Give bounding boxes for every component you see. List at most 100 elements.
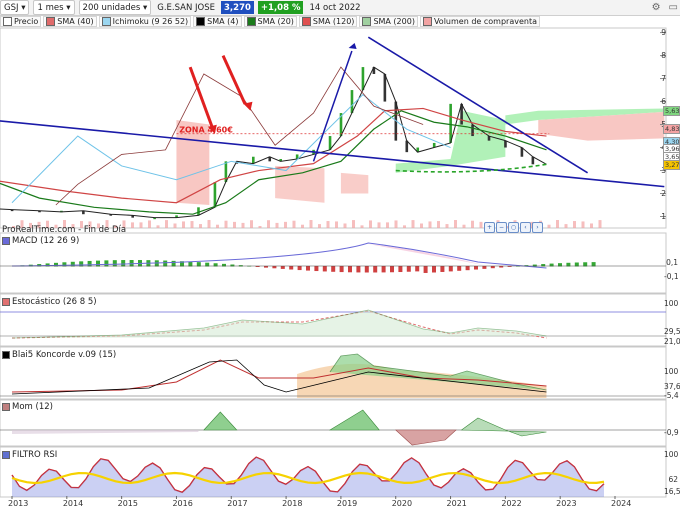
volume-bar — [216, 224, 219, 228]
y-tick-label: 6 — [661, 96, 666, 106]
macd-bar — [322, 266, 327, 272]
x-tick-label: 2014 — [62, 499, 84, 508]
macd-bar — [314, 266, 319, 272]
ichimoku-cloud-red — [275, 165, 325, 203]
macd-bar — [331, 266, 336, 272]
rsi-label: FILTRO RSI — [12, 450, 58, 460]
macd-bar — [448, 266, 453, 272]
volume-bar — [445, 224, 449, 228]
volume-bar — [241, 222, 245, 228]
macd-bar — [457, 266, 462, 271]
volume-bar — [454, 220, 457, 228]
pane-tick-label: -0,9 — [664, 428, 679, 437]
pane-tick-label: 29,5 — [664, 327, 680, 336]
pane-tick-label: 100 — [664, 299, 679, 308]
macd-bar — [171, 260, 176, 267]
pane-tick-label: 0,1 — [666, 258, 678, 267]
volume-bar — [581, 221, 585, 228]
x-tick-label: 2019 — [336, 499, 358, 508]
volume-bar — [326, 221, 330, 228]
zona-annotation: ZONA 4,60€ — [179, 126, 233, 135]
price-candle — [213, 182, 217, 208]
macd-bar — [306, 266, 310, 271]
macd-label: MACD (12 26 9) — [12, 236, 80, 246]
macd-bar — [432, 266, 436, 273]
macd-pane-label[interactable]: MACD (12 26 9) — [2, 236, 79, 246]
volume-bar — [156, 225, 160, 228]
price-candle — [449, 103, 452, 143]
volume-bar — [309, 220, 313, 228]
macd-bar — [373, 266, 378, 273]
price-candle — [361, 67, 365, 91]
zoom-out-icon[interactable]: − — [496, 222, 507, 233]
macd-bar — [381, 266, 386, 273]
mom-label: Mom (12) — [12, 402, 53, 412]
mom-pane-label[interactable]: Mom (12) — [2, 402, 53, 412]
value-tag: 5,63 — [663, 106, 680, 117]
pane-tick-label: 21,0 — [664, 337, 680, 346]
price-candle — [350, 90, 354, 114]
volume-bar — [420, 223, 423, 228]
rsi-pane-label[interactable]: FILTRO RSI — [2, 450, 57, 460]
ichimoku-cloud-red — [340, 172, 369, 194]
macd-bar — [272, 266, 277, 269]
macd-bar — [364, 266, 369, 273]
macd-bar — [390, 266, 394, 273]
x-tick-label: 2023 — [556, 499, 577, 508]
price-candle — [471, 124, 474, 137]
zoom-reset-icon[interactable]: ○ — [508, 222, 519, 233]
pane-tick-label: -0,1 — [664, 272, 679, 281]
stoch-pane-label[interactable]: Estocástico (26 8 5) — [2, 297, 97, 307]
pane-frame — [0, 399, 667, 447]
volume-bar — [182, 221, 185, 228]
volume-bar — [199, 224, 202, 228]
volume-bar — [292, 220, 296, 228]
price-candle — [383, 73, 387, 102]
volume-bar — [462, 224, 466, 228]
volume-bar — [377, 222, 381, 228]
volume-bar — [250, 220, 253, 228]
price-candle — [531, 156, 535, 165]
value-tag: 4,83 — [663, 124, 680, 135]
volume-bar — [360, 225, 364, 228]
macd-bar — [474, 266, 478, 270]
stoch-swatch — [2, 298, 10, 306]
stoch-label: Estocástico (26 8 5) — [12, 297, 97, 307]
pane-tick-label: -5,4 — [664, 391, 679, 400]
macd-bar — [440, 266, 445, 272]
macd-bar — [121, 260, 126, 267]
volume-bar — [386, 222, 389, 228]
volume-bar — [190, 221, 194, 228]
blai5-label: Blai5 Koncorde v.09 (15) — [12, 350, 117, 360]
price-candle — [252, 156, 255, 164]
macd-bar — [490, 266, 495, 269]
macd-bar — [104, 260, 109, 267]
y-tick-label: 9 — [661, 27, 666, 37]
volume-bar — [318, 224, 321, 228]
blai5-pane-label[interactable]: Blai5 Koncorde v.09 (15) — [2, 350, 116, 360]
volume-bar — [403, 225, 406, 228]
x-tick-label: 2018 — [282, 499, 303, 508]
price-chart: ZONA 4,60€ — [0, 27, 667, 499]
volume-bar — [590, 223, 593, 228]
macd-bar — [289, 266, 294, 270]
scroll-right-icon[interactable]: › — [532, 222, 543, 233]
macd-bar — [163, 260, 168, 267]
macd-bar — [482, 266, 487, 269]
volume-bar — [564, 224, 568, 228]
volume-bar — [411, 220, 415, 228]
x-tick-label: 2024 — [611, 499, 632, 508]
macd-bar — [423, 266, 428, 273]
zoom-in-icon[interactable]: + — [484, 222, 495, 233]
y-tick-label: 8 — [661, 50, 666, 60]
volume-bar — [224, 220, 228, 228]
volume-bar — [139, 222, 143, 228]
scroll-left-icon[interactable]: ‹ — [520, 222, 531, 233]
value-tag: 3,27 — [663, 160, 680, 171]
pane-tick-label: 100 — [664, 450, 679, 459]
volume-bar — [148, 220, 151, 228]
volume-bar — [428, 221, 432, 228]
volume-bar — [233, 221, 236, 228]
volume-bar — [547, 224, 551, 228]
macd-bar — [112, 260, 117, 267]
